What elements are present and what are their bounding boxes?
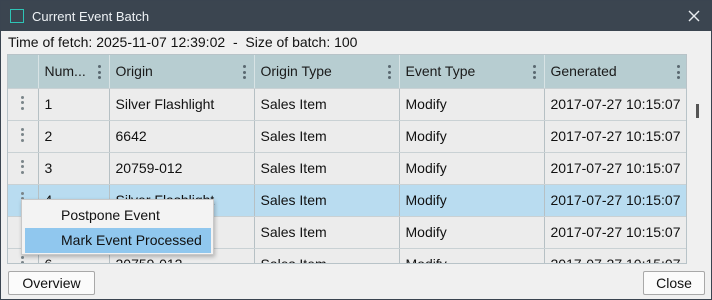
row-menu-icon[interactable] (21, 255, 25, 263)
generated-cell: 2017-07-27 10:15:07 (544, 120, 686, 153)
window-icon (10, 9, 24, 23)
row-handle-header (8, 55, 39, 89)
number-cell: 1 (38, 88, 110, 121)
header-row: Num... Origin Origin Type Event Type Gen… (8, 55, 686, 89)
origin-cell: 6642 (109, 120, 255, 153)
table-row[interactable]: 3 20759-012 Sales Item Modify 2017-07-27 10:… (8, 152, 686, 185)
number-cell: 2 (38, 120, 110, 153)
row-menu-icon[interactable] (21, 127, 25, 142)
generated-cell: 2017-07-27 10:15:07 (544, 152, 686, 185)
table-row[interactable]: 2 6642 Sales Item Modify 2017-07-27 10:15:07 (8, 120, 686, 153)
fetch-time: 2025-11-07 12:39:02 (96, 34, 226, 50)
generated-cell: 2017-07-27 10:15:07 (544, 216, 686, 249)
generated-cell: 2017-07-27 10:15:07 (544, 248, 686, 263)
batch-size-value: 100 (334, 34, 358, 50)
column-menu-icon[interactable] (97, 65, 101, 79)
origin-type-cell: Sales Item (254, 88, 400, 121)
origin-type-cell: Sales Item (254, 184, 400, 217)
column-header-number[interactable]: Num... (38, 55, 110, 89)
column-header-event-type[interactable]: Event Type (399, 55, 545, 89)
origin-cell: Silver Flashlight (109, 88, 255, 121)
postpone-event-menu-item[interactable]: Postpone Event (25, 203, 211, 228)
close-button[interactable]: Close (643, 271, 705, 295)
row-menu-handle[interactable] (8, 152, 39, 185)
event-type-cell: Modify (399, 248, 545, 263)
mark-event-processed-menu-item[interactable]: Mark Event Processed (25, 228, 211, 253)
origin-type-cell: Sales Item (254, 152, 400, 185)
event-type-cell: Modify (399, 184, 545, 217)
origin-cell: 20759-012 (109, 152, 255, 185)
origin-type-cell: Sales Item (254, 120, 400, 153)
column-header-generated[interactable]: Generated (544, 55, 686, 89)
generated-cell: 2017-07-27 10:15:07 (544, 184, 686, 217)
origin-type-cell: Sales Item (254, 216, 400, 249)
event-type-cell: Modify (399, 152, 545, 185)
info-separator: - (232, 34, 238, 50)
column-menu-icon[interactable] (532, 65, 536, 79)
row-menu-icon[interactable] (21, 95, 25, 110)
event-type-cell: Modify (399, 120, 545, 153)
title-bar: Current Event Batch (1, 1, 711, 31)
batch-info: Time of fetch: 2025-11-07 12:39:02 - Siz… (8, 34, 357, 50)
column-menu-icon[interactable] (387, 65, 391, 79)
row-menu-handle[interactable] (8, 120, 39, 153)
number-cell: 3 (38, 152, 110, 185)
window-title: Current Event Batch (32, 9, 150, 24)
event-batch-window: Current Event Batch Time of fetch: 2025-… (0, 0, 712, 300)
generated-cell: 2017-07-27 10:15:07 (544, 88, 686, 121)
row-context-menu: Postpone Event Mark Event Processed (21, 199, 214, 255)
overview-button[interactable]: Overview (8, 271, 95, 295)
row-menu-icon[interactable] (21, 159, 25, 174)
event-type-cell: Modify (399, 88, 545, 121)
close-icon[interactable] (685, 7, 703, 25)
origin-type-cell: Sales Item (254, 248, 400, 263)
column-menu-icon[interactable] (676, 65, 680, 79)
batch-size-label: Size of batch: (245, 34, 331, 50)
vertical-scrollbar[interactable] (696, 104, 699, 118)
row-menu-handle[interactable] (8, 88, 39, 121)
fetch-label: Time of fetch: (8, 34, 93, 50)
table-row[interactable]: 1 Silver Flashlight Sales Item Modify 2017-0… (8, 88, 686, 121)
column-header-origin-type[interactable]: Origin Type (254, 55, 400, 89)
event-type-cell: Modify (399, 216, 545, 249)
column-header-origin[interactable]: Origin (109, 55, 255, 89)
column-menu-icon[interactable] (242, 65, 246, 79)
